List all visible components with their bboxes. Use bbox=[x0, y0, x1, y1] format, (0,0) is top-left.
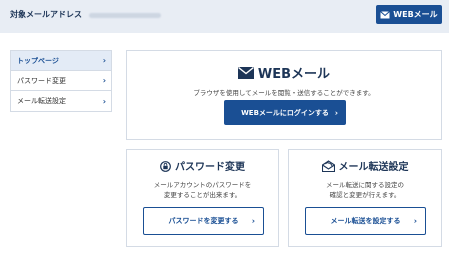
mail-forward-card-description-line-2: 確認と変更が行えます。 bbox=[329, 191, 401, 199]
sidebar: トップページ › パスワード変更 › メール転送設定 › bbox=[10, 50, 112, 112]
password-card-title-text: パスワード変更 bbox=[175, 162, 245, 173]
change-password-button-label: パスワードを変更する bbox=[168, 217, 239, 225]
lock-icon bbox=[160, 160, 171, 172]
chevron-right-icon: › bbox=[334, 108, 338, 117]
set-forwarding-button[interactable]: メール転送を設定する › bbox=[305, 207, 426, 235]
password-card-description-line-1: メールアカウントのパスワードを bbox=[153, 181, 252, 189]
chevron-right-icon: › bbox=[102, 56, 106, 65]
sidebar-item-forward[interactable]: メール転送設定 › bbox=[11, 91, 111, 111]
top-bar: 対象メールアドレス WEBメール bbox=[0, 0, 449, 33]
sidebar-item-label: トップページ bbox=[17, 56, 59, 65]
webmail-login-button[interactable]: WEBメールにログインする › bbox=[224, 100, 346, 125]
mail-icon bbox=[380, 10, 391, 18]
mail-forward-card-title: メール転送設定 bbox=[289, 158, 441, 173]
password-card: パスワード変更 メールアカウントのパスワードを 変更することが出来ます。 パスワ… bbox=[126, 149, 279, 247]
webmail-card-title: WEBメール bbox=[127, 63, 441, 82]
mail-forward-card: メール転送設定 メール転送に関する設定の 確認と変更が行えます。 メール転送を設… bbox=[288, 149, 442, 247]
chevron-right-icon: › bbox=[102, 96, 106, 106]
mail-forward-card-title-text: メール転送設定 bbox=[338, 162, 409, 173]
mail-forward-icon bbox=[321, 159, 335, 172]
webmail-login-button-label: WEBメールにログインする bbox=[241, 108, 329, 117]
webmail-card: WEBメール ブラウザを使用してメールを閲覧・送信することができます。 WEBメ… bbox=[126, 50, 442, 140]
sidebar-item-top[interactable]: トップページ › bbox=[11, 51, 111, 71]
target-address-label: 対象メールアドレス bbox=[10, 10, 82, 19]
chevron-right-icon: › bbox=[413, 216, 417, 226]
webmail-card-title-text: WEBメール bbox=[257, 67, 331, 82]
webmail-header-button-label: WEBメール bbox=[393, 10, 438, 19]
chevron-right-icon: › bbox=[251, 216, 255, 226]
chevron-right-icon: › bbox=[102, 76, 106, 85]
change-password-button[interactable]: パスワードを変更する › bbox=[143, 207, 264, 235]
set-forwarding-button-label: メール転送を設定する bbox=[330, 217, 401, 225]
sidebar-item-label: パスワード変更 bbox=[17, 76, 66, 85]
sidebar-item-password[interactable]: パスワード変更 › bbox=[11, 71, 111, 91]
mail-forward-card-description-line-1: メール転送に関する設定の bbox=[326, 181, 404, 189]
webmail-card-description: ブラウザを使用してメールを閲覧・送信することができます。 bbox=[193, 89, 375, 97]
mail-icon bbox=[237, 66, 254, 79]
password-card-description-line-2: 変更することが出来ます。 bbox=[163, 191, 242, 199]
webmail-header-button[interactable]: WEBメール bbox=[376, 5, 442, 24]
sidebar-item-label: メール転送設定 bbox=[17, 97, 66, 105]
password-card-title: パスワード変更 bbox=[127, 158, 278, 173]
target-address-value bbox=[89, 13, 161, 18]
